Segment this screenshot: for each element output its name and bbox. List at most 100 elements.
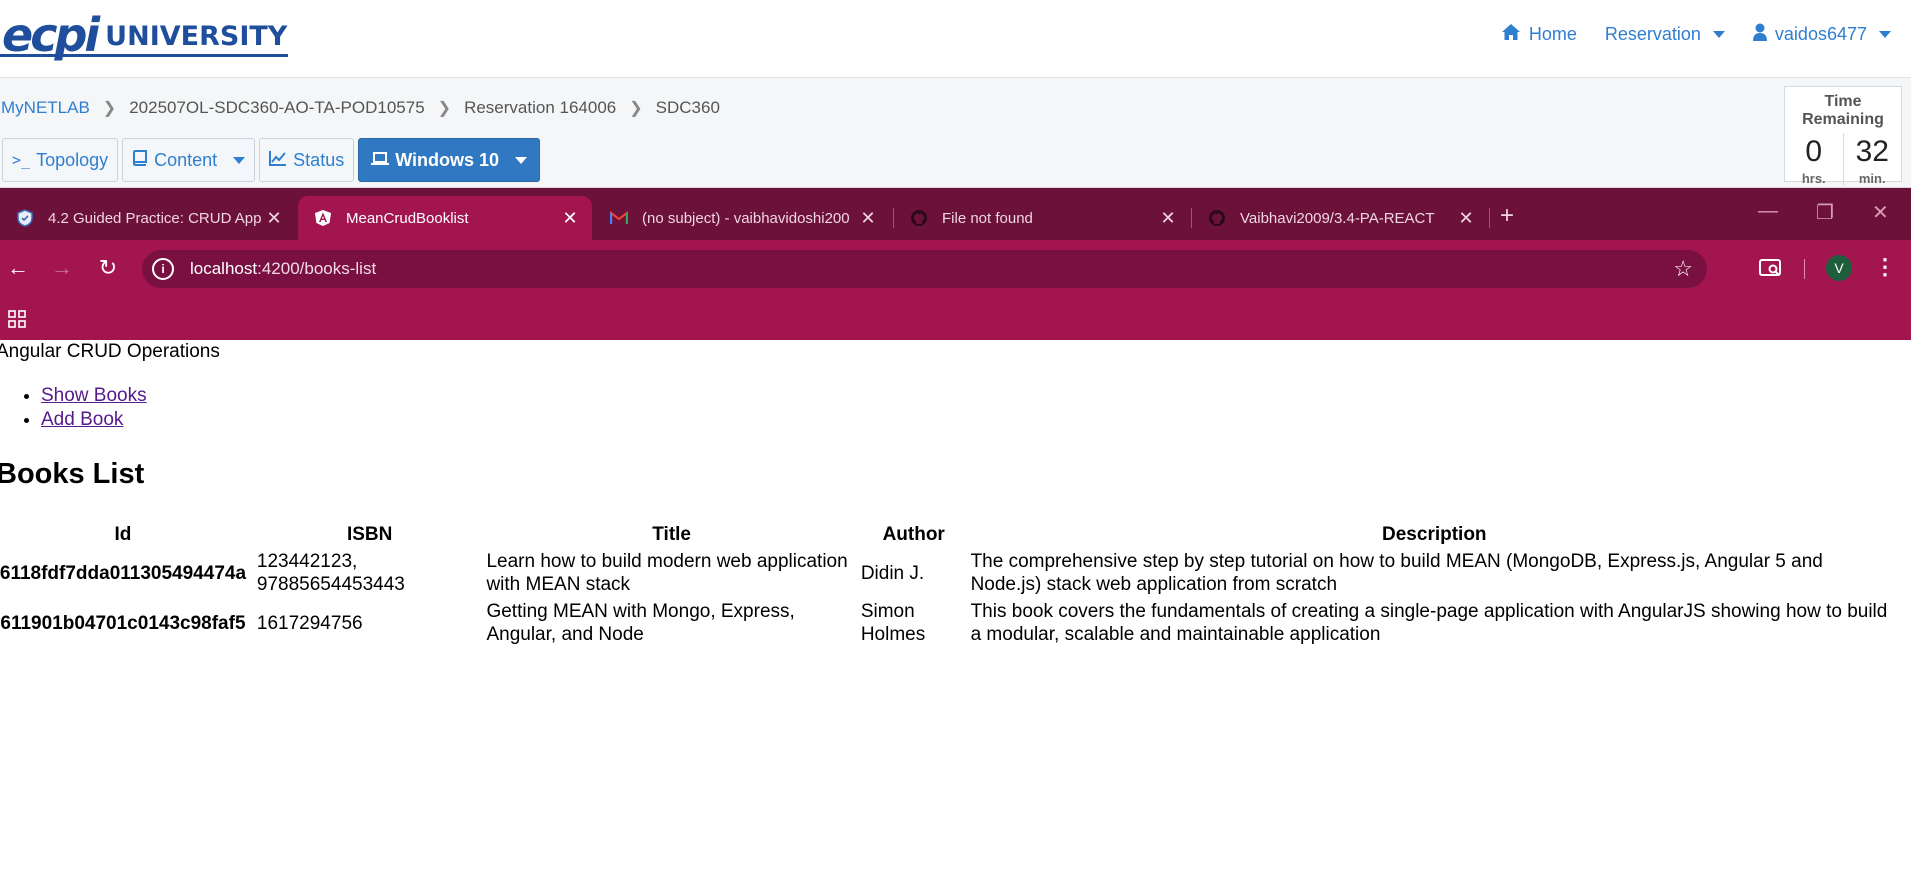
home-icon bbox=[1501, 23, 1521, 46]
close-tab-icon[interactable]: ✕ bbox=[558, 208, 582, 229]
nav-home-link[interactable]: Home bbox=[1501, 23, 1577, 46]
ecpi-university-logo[interactable]: ecpi UNIVERSITY bbox=[2, 10, 287, 58]
logo-ecpi-text: ecpi bbox=[2, 8, 100, 62]
status-button-label: Status bbox=[293, 149, 345, 170]
book-title-cell: Learn how to build modern web applicatio… bbox=[486, 551, 848, 595]
chevron-right-icon: ❯ bbox=[437, 100, 452, 117]
bookmarks-bar bbox=[0, 296, 1911, 340]
add-book-link[interactable]: Add Book bbox=[41, 409, 123, 430]
windows-10-machine-button[interactable]: Windows 10 bbox=[358, 138, 541, 182]
content-button-label: Content bbox=[154, 149, 218, 170]
angular-icon bbox=[314, 209, 332, 227]
close-tab-icon[interactable]: ✕ bbox=[856, 208, 880, 229]
chevron-down-icon bbox=[233, 156, 246, 164]
time-remaining-panel: Time Remaining 0 hrs. 32 min. bbox=[1784, 86, 1902, 186]
close-tab-icon[interactable]: ✕ bbox=[1156, 208, 1180, 229]
close-window-icon[interactable]: ✕ bbox=[1872, 200, 1889, 225]
chevron-right-icon: ❯ bbox=[102, 100, 117, 117]
logo-underline bbox=[0, 54, 288, 57]
web-page-content: Angular CRUD Operations Show Books Add B… bbox=[0, 340, 1911, 896]
lab-button-group: >_ Topology Content Status Windows 10 bbox=[2, 138, 541, 182]
column-header-author: Author bbox=[882, 524, 945, 545]
nav-username-label: vaidos6477 bbox=[1774, 23, 1867, 44]
column-header-title: Title bbox=[652, 524, 691, 545]
more-menu-icon[interactable]: ⋮ bbox=[1874, 252, 1896, 282]
column-header-isbn: ISBN bbox=[346, 524, 393, 545]
book-author-cell: Didin J. bbox=[860, 562, 925, 584]
book-description-cell: This book covers the fundamentals of cre… bbox=[970, 601, 1888, 645]
browser-tab[interactable]: (no subject) - vaibhavidoshi200 ✕ bbox=[594, 196, 890, 240]
minimize-window-icon[interactable]: — bbox=[1758, 200, 1778, 223]
chevron-down-icon bbox=[1879, 30, 1891, 38]
close-tab-icon[interactable]: ✕ bbox=[1454, 208, 1478, 229]
content-button[interactable]: Content bbox=[122, 138, 256, 182]
time-remaining-title: Time Remaining bbox=[1802, 93, 1884, 128]
close-tab-icon[interactable]: ✕ bbox=[262, 208, 286, 229]
breadcrumb-pod: 202507OL-SDC360-AO-TA-POD10575 bbox=[129, 98, 425, 117]
windows-10-button-label: Windows 10 bbox=[395, 149, 500, 170]
browser-tab-strip: 4.2 Guided Practice: CRUD Appl ✕ MeanCru… bbox=[0, 188, 1911, 240]
app-title: Angular CRUD Operations bbox=[0, 341, 220, 362]
book-id-cell: 611901b04701c0143c98faf5 bbox=[0, 612, 246, 634]
lab-toolbar: MyNETLAB ❯ 202507OL-SDC360-AO-TA-POD1057… bbox=[0, 78, 1911, 188]
breadcrumb-reservation: Reservation 164006 bbox=[464, 98, 617, 117]
nav-reservation-dropdown[interactable]: Reservation bbox=[1605, 24, 1725, 45]
browser-tab[interactable]: Vaibhavi2009/3.4-PA-REACT ✕ bbox=[1192, 196, 1488, 240]
table-header-row: Id ISBN Title Author Description bbox=[0, 522, 1899, 547]
status-button[interactable]: Status bbox=[259, 138, 355, 182]
books-list-heading: Books List bbox=[0, 458, 145, 490]
profile-avatar[interactable]: V bbox=[1826, 255, 1852, 281]
laptop-icon bbox=[371, 150, 390, 171]
top-navigation: Home Reservation vaidos6477 bbox=[1501, 20, 1891, 48]
restore-window-icon[interactable]: ❐ bbox=[1816, 200, 1834, 225]
topology-button-label: Topology bbox=[36, 149, 109, 170]
tab-title: File not found bbox=[942, 209, 1033, 227]
breadcrumb: MyNETLAB ❯ 202507OL-SDC360-AO-TA-POD1057… bbox=[1, 98, 720, 118]
chevron-right-icon: ❯ bbox=[629, 100, 643, 117]
nav-user-dropdown[interactable]: vaidos6477 bbox=[1752, 23, 1891, 46]
topology-button[interactable]: >_ Topology bbox=[2, 138, 119, 182]
minutes-unit-label: min. bbox=[1858, 171, 1886, 186]
user-icon bbox=[1752, 23, 1767, 46]
chevron-down-icon bbox=[1712, 30, 1725, 38]
browser-tab[interactable]: File not found ✕ bbox=[894, 196, 1190, 240]
books-table: Id ISBN Title Author Description 6118fdf… bbox=[0, 520, 1901, 649]
show-books-link[interactable]: Show Books bbox=[41, 385, 147, 406]
github-icon bbox=[1208, 209, 1226, 227]
url-path: :4200/books-list bbox=[257, 259, 377, 278]
forward-arrow-icon[interactable]: → bbox=[48, 254, 76, 282]
terminal-icon: >_ bbox=[12, 151, 31, 169]
tab-title: 4.2 Guided Practice: CRUD Appl bbox=[48, 209, 262, 227]
bookmark-star-icon[interactable]: ☆ bbox=[1673, 256, 1693, 282]
logo-university-text: UNIVERSITY bbox=[105, 21, 288, 52]
site-header: ecpi UNIVERSITY Home Reservation vaidos6… bbox=[0, 0, 1911, 78]
breadcrumb-mynetlab-link[interactable]: MyNETLAB bbox=[1, 98, 90, 118]
minutes-remaining-value: 32 bbox=[1855, 135, 1889, 168]
tab-separator bbox=[1489, 208, 1490, 228]
browser-tab-active[interactable]: MeanCrudBooklist ✕ bbox=[298, 196, 592, 240]
line-chart-icon bbox=[269, 150, 287, 171]
back-arrow-icon[interactable]: ← bbox=[4, 254, 32, 282]
screen-search-icon[interactable] bbox=[1756, 254, 1786, 282]
hours-remaining-value: 0 bbox=[1805, 135, 1823, 168]
reload-icon[interactable]: ↻ bbox=[94, 254, 122, 282]
column-header-description: Description bbox=[1382, 524, 1487, 545]
new-tab-plus-icon[interactable]: + bbox=[1500, 204, 1514, 228]
table-row: 611901b04701c0143c98faf5 1617294756 Gett… bbox=[0, 599, 1899, 647]
site-info-icon[interactable]: i bbox=[152, 258, 174, 280]
url-text[interactable]: localhost:4200/books-list bbox=[190, 259, 376, 279]
gmail-icon bbox=[610, 209, 628, 227]
book-id-cell: 6118fdf7dda011305494474a bbox=[0, 562, 247, 584]
column-header-id: Id bbox=[114, 524, 132, 545]
address-bar[interactable]: i localhost:4200/books-list ☆ bbox=[142, 250, 1707, 288]
shield-icon bbox=[16, 209, 34, 227]
nav-reservation-label: Reservation bbox=[1604, 23, 1701, 44]
browser-tab[interactable]: 4.2 Guided Practice: CRUD Appl ✕ bbox=[0, 196, 296, 240]
browser-toolbar: ← → ↻ i localhost:4200/books-list ☆ V ⋮ bbox=[0, 240, 1911, 296]
toolbar-divider bbox=[1804, 259, 1805, 279]
book-title-cell: Getting MEAN with Mongo, Express, Angula… bbox=[486, 601, 795, 645]
list-item: Add Book bbox=[41, 408, 147, 432]
apps-grid-icon[interactable] bbox=[8, 310, 26, 333]
table-row: 6118fdf7dda011305494474a 123442123, 9788… bbox=[0, 549, 1899, 597]
tab-title: (no subject) - vaibhavidoshi200 bbox=[642, 209, 850, 227]
